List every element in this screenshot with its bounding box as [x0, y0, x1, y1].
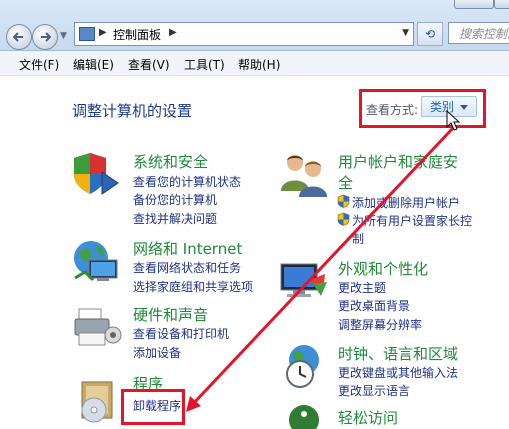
- mouse-cursor-icon: [446, 110, 460, 131]
- annotation-arrow: [186, 126, 455, 412]
